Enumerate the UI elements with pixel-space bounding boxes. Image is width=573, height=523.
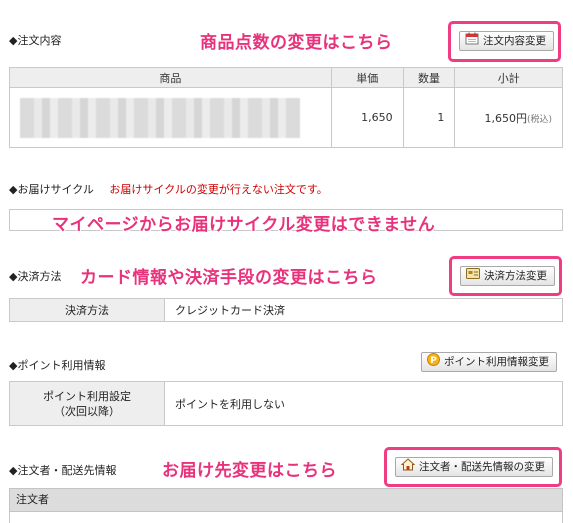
orderer-change-annotation: お届け先変更はこちら (162, 461, 337, 481)
payment-change-button-label: 決済方法変更 (484, 270, 547, 282)
points-setting-value: ポイントを利用しない (175, 397, 285, 411)
delivery-cycle-heading: ◆お届けサイクル お届けサイクルの変更が行えない注文です。 (9, 181, 328, 197)
orderer-change-button-label: 注文者・配送先情報の変更 (419, 461, 545, 473)
points-p-icon: P (427, 352, 440, 372)
unit-price-cell: 1,650 (330, 87, 404, 148)
orderer-table-edge (9, 512, 563, 523)
blurred-product-image (20, 97, 300, 138)
column-header: 小計 (454, 67, 563, 88)
order-items-table: 商品 単価 数量 小計 1,650 1 1,650円(税込) (9, 67, 563, 148)
tax-note: (税込) (526, 114, 552, 125)
payment-method-row: 決済方法 クレジットカード決済 (9, 298, 563, 322)
orderer-change-button[interactable]: 注文者・配送先情報の変更 (395, 457, 553, 477)
calendar-icon (465, 32, 479, 51)
column-header: 商品 (9, 67, 332, 88)
table-header-row: 商品 単価 数量 小計 (9, 67, 563, 88)
product-cell (9, 87, 332, 148)
points-heading: ◆ポイント利用情報 (9, 359, 106, 372)
payment-method-value: クレジットカード決済 (175, 304, 285, 317)
payment-change-button[interactable]: 決済方法変更 (460, 266, 555, 286)
orderer-section-bar: 注文者 (9, 488, 563, 512)
points-setting-row: ポイント利用設定 （次回以降） ポイントを利用しない (9, 381, 563, 426)
subtotal-value: 1,650円 (484, 111, 527, 125)
delivery-cycle-heading-label: ◆お届けサイクル (9, 183, 94, 196)
points-setting-key-line2: （次回以降） (54, 404, 120, 418)
order-change-annotation: 商品点数の変更はこちら (200, 33, 393, 53)
table-row: 1,650 1 1,650円(税込) (9, 87, 563, 148)
svg-text:P: P (430, 356, 437, 366)
points-change-button-label: ポイント利用情報変更 (444, 356, 549, 368)
payment-heading: ◆決済方法 (9, 270, 62, 283)
points-setting-key: ポイント利用設定 （次回以降） (10, 382, 165, 425)
order-contents-heading: ◆注文内容 (9, 34, 62, 47)
delivery-cycle-annotation: マイページからお届けサイクル変更はできません (52, 215, 436, 235)
points-change-button[interactable]: P ポイント利用情報変更 (421, 352, 557, 372)
order-change-button[interactable]: 注文内容変更 (459, 31, 554, 51)
column-header: 数量 (402, 67, 456, 88)
quantity-cell: 1 (402, 87, 456, 148)
payment-card-icon (466, 267, 480, 286)
column-header: 単価 (330, 67, 404, 88)
payment-method-key: 決済方法 (10, 299, 165, 321)
delivery-cycle-warning: お届けサイクルの変更が行えない注文です。 (109, 183, 328, 196)
orderer-heading: ◆注文者・配送先情報 (9, 464, 117, 477)
subtotal-cell: 1,650円(税込) (454, 87, 563, 148)
order-change-button-label: 注文内容変更 (483, 35, 546, 47)
payment-change-annotation: カード情報や決済手段の変更はこちら (80, 268, 378, 288)
house-icon (400, 457, 416, 477)
points-setting-key-line1: ポイント利用設定 (43, 389, 131, 403)
